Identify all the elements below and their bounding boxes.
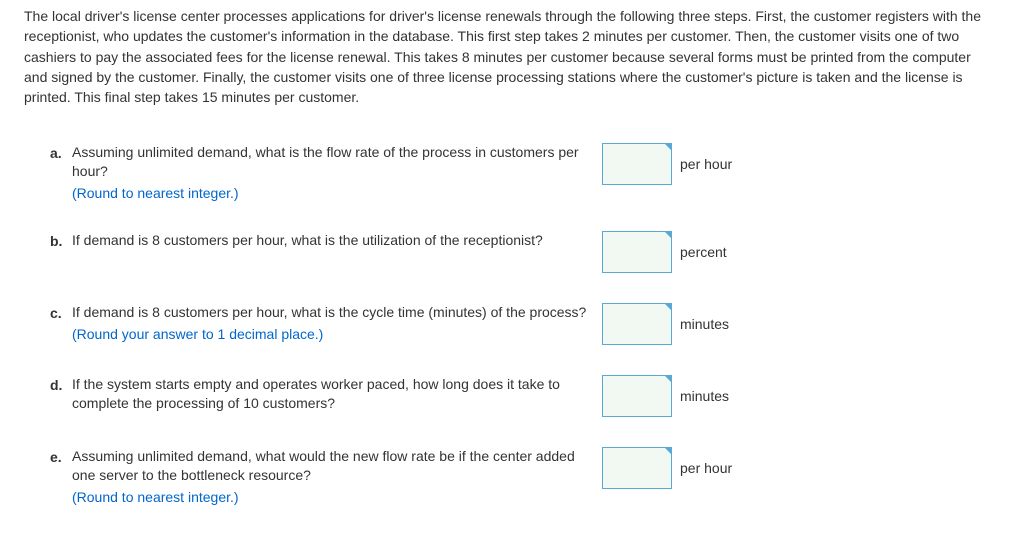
question-a-note: (Round to nearest integer.) <box>72 185 592 201</box>
questions-container: a. Assuming unlimited demand, what is th… <box>24 143 986 505</box>
question-e-text: Assuming unlimited demand, what would th… <box>72 447 592 485</box>
question-d-text: If the system starts empty and operates … <box>72 375 592 413</box>
question-e-label: e. <box>50 447 72 465</box>
question-b-textwrap: If demand is 8 customers per hour, what … <box>72 231 602 254</box>
input-corner-icon <box>664 303 672 311</box>
question-a-input[interactable] <box>602 143 672 185</box>
question-c-text: If demand is 8 customers per hour, what … <box>72 303 592 322</box>
question-b-unit: percent <box>680 244 727 260</box>
question-c-answerwrap: minutes <box>602 303 729 345</box>
question-a-unit: per hour <box>680 156 732 172</box>
question-c-input[interactable] <box>602 303 672 345</box>
question-c-note: (Round your answer to 1 decimal place.) <box>72 326 592 342</box>
question-b: b. If demand is 8 customers per hour, wh… <box>50 231 986 273</box>
question-b-text: If demand is 8 customers per hour, what … <box>72 231 592 250</box>
question-c-label: c. <box>50 303 72 321</box>
question-c-textwrap: If demand is 8 customers per hour, what … <box>72 303 602 342</box>
question-e-answerwrap: per hour <box>602 447 732 489</box>
question-d-label: d. <box>50 375 72 393</box>
question-d-unit: minutes <box>680 388 729 404</box>
question-a-text: Assuming unlimited demand, what is the f… <box>72 143 592 181</box>
question-c-unit: minutes <box>680 316 729 332</box>
question-d: d. If the system starts empty and operat… <box>50 375 986 417</box>
question-e-textwrap: Assuming unlimited demand, what would th… <box>72 447 602 505</box>
question-d-textwrap: If the system starts empty and operates … <box>72 375 602 417</box>
question-a-label: a. <box>50 143 72 161</box>
question-b-label: b. <box>50 231 72 249</box>
input-corner-icon <box>664 143 672 151</box>
question-a-textwrap: Assuming unlimited demand, what is the f… <box>72 143 602 201</box>
question-e-unit: per hour <box>680 460 732 476</box>
question-a-answerwrap: per hour <box>602 143 732 185</box>
question-d-input[interactable] <box>602 375 672 417</box>
question-d-answerwrap: minutes <box>602 375 729 417</box>
input-corner-icon <box>664 447 672 455</box>
problem-prompt: The local driver's license center proces… <box>24 6 986 107</box>
question-b-answerwrap: percent <box>602 231 727 273</box>
input-corner-icon <box>664 375 672 383</box>
question-b-input[interactable] <box>602 231 672 273</box>
question-e-input[interactable] <box>602 447 672 489</box>
input-corner-icon <box>664 231 672 239</box>
question-e: e. Assuming unlimited demand, what would… <box>50 447 986 505</box>
question-e-note: (Round to nearest integer.) <box>72 489 592 505</box>
question-a: a. Assuming unlimited demand, what is th… <box>50 143 986 201</box>
question-c: c. If demand is 8 customers per hour, wh… <box>50 303 986 345</box>
